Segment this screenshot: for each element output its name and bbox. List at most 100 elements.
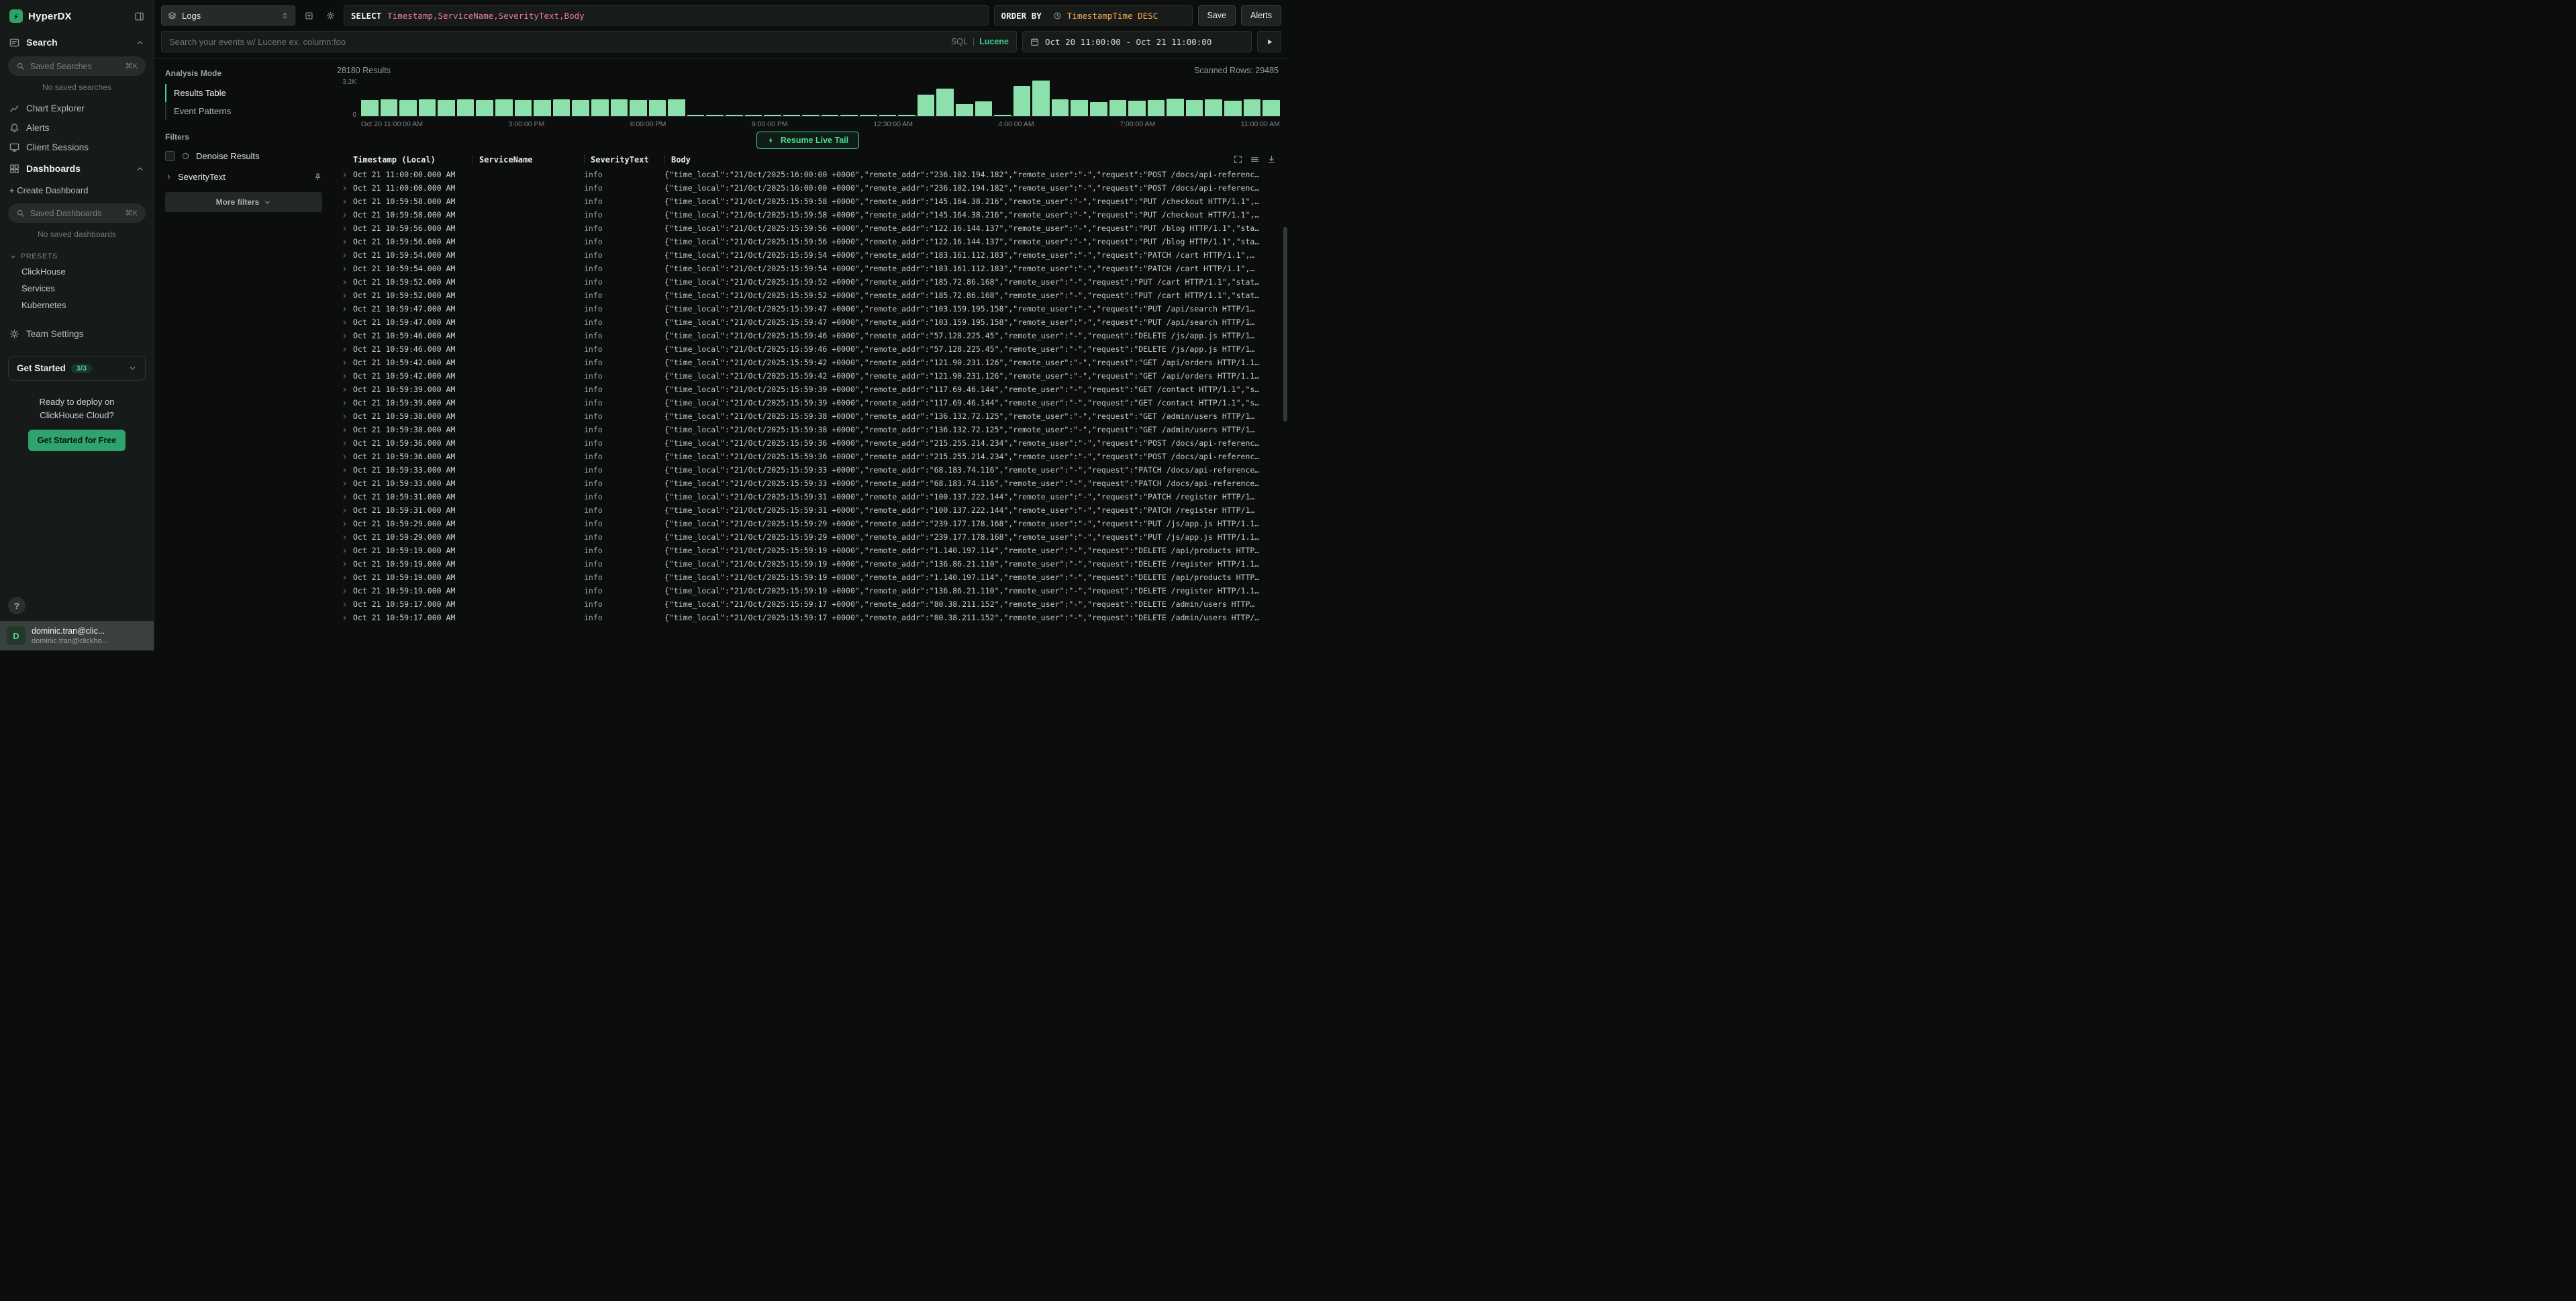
table-row[interactable]: Oct 21 11:00:00.000 AM info {"time_local… [336, 168, 1280, 181]
row-expander-icon[interactable] [336, 373, 353, 380]
table-row[interactable]: Oct 21 10:59:19.000 AM info {"time_local… [336, 571, 1280, 584]
histogram-bar[interactable] [457, 99, 475, 116]
histogram-bar[interactable] [591, 99, 609, 116]
histogram-bar[interactable] [879, 115, 897, 116]
save-button[interactable]: Save [1198, 5, 1236, 26]
row-expander-icon[interactable] [336, 279, 353, 286]
row-expander-icon[interactable] [336, 453, 353, 461]
histogram-bar[interactable] [1071, 100, 1088, 116]
table-row[interactable]: Oct 21 10:59:17.000 AM info {"time_local… [336, 597, 1280, 611]
histogram-bar[interactable] [706, 115, 724, 116]
denoise-results-option[interactable]: Denoise Results [165, 148, 322, 166]
histogram-bar[interactable] [438, 100, 455, 116]
row-expander-icon[interactable] [336, 305, 353, 313]
run-query-button[interactable] [1257, 31, 1281, 52]
table-row[interactable]: Oct 21 10:59:46.000 AM info {"time_local… [336, 329, 1280, 342]
mode-event-patterns[interactable]: Event Patterns [165, 102, 322, 120]
histogram-bar[interactable] [649, 100, 666, 117]
alerts-button[interactable]: Alerts [1241, 5, 1281, 26]
scrollbar-thumb[interactable] [1283, 227, 1287, 422]
histogram-bar[interactable] [515, 100, 532, 117]
table-row[interactable]: Oct 21 10:59:36.000 AM info {"time_local… [336, 436, 1280, 450]
histogram-bar[interactable] [764, 115, 781, 116]
column-servicename[interactable]: ServiceName [473, 155, 584, 164]
mode-results-table[interactable]: Results Table [165, 84, 322, 102]
table-row[interactable]: Oct 21 10:59:56.000 AM info {"time_local… [336, 222, 1280, 235]
table-row[interactable]: Oct 21 10:59:47.000 AM info {"time_local… [336, 316, 1280, 329]
row-expander-icon[interactable] [336, 601, 353, 608]
histogram-bar[interactable] [534, 100, 551, 116]
row-expander-icon[interactable] [336, 534, 353, 541]
histogram-bar[interactable] [783, 115, 801, 116]
histogram-bar[interactable] [994, 115, 1011, 116]
sidebar-item-alerts[interactable]: Alerts [0, 118, 154, 138]
presets-toggle[interactable]: PRESETS [0, 246, 154, 263]
histogram-bar[interactable] [419, 99, 436, 116]
preset-kubernetes[interactable]: Kubernetes [0, 297, 154, 314]
row-expander-icon[interactable] [336, 574, 353, 581]
histogram-bar[interactable] [668, 99, 685, 116]
row-expander-icon[interactable] [336, 292, 353, 299]
row-expander-icon[interactable] [336, 319, 353, 326]
order-by-editor[interactable]: ORDER BY TimestampTime DESC [994, 5, 1193, 26]
table-row[interactable]: Oct 21 10:59:19.000 AM info {"time_local… [336, 557, 1280, 571]
sql-select-editor[interactable]: SELECT Timestamp,ServiceName,SeverityTex… [344, 5, 989, 26]
row-expander-icon[interactable] [336, 399, 353, 407]
histogram-bar[interactable] [822, 115, 839, 116]
row-expander-icon[interactable] [336, 467, 353, 474]
saved-dashboards-search[interactable]: ⌘K [8, 203, 146, 223]
column-body[interactable]: Body [664, 155, 1280, 164]
resume-live-tail-button[interactable]: Resume Live Tail [756, 132, 859, 149]
table-row[interactable]: Oct 21 10:59:58.000 AM info {"time_local… [336, 208, 1280, 222]
histogram-bar[interactable] [975, 101, 993, 116]
expand-icon[interactable] [1234, 155, 1242, 164]
histogram-bar[interactable] [956, 104, 973, 116]
histogram-bar[interactable] [399, 100, 417, 116]
pin-icon[interactable] [313, 173, 322, 181]
get-started-free-button[interactable]: Get Started for Free [28, 430, 126, 451]
denoise-checkbox[interactable] [165, 151, 175, 161]
histogram-bar[interactable] [1090, 102, 1107, 116]
source-select[interactable]: Logs [161, 5, 295, 26]
histogram-bar[interactable] [361, 100, 379, 116]
collapse-sidebar-button[interactable] [134, 11, 144, 21]
histogram-bar[interactable] [630, 100, 647, 116]
saved-dashboards-input[interactable] [30, 209, 120, 218]
table-row[interactable]: Oct 21 10:59:54.000 AM info {"time_local… [336, 262, 1280, 275]
histogram-bar[interactable] [1224, 101, 1242, 116]
row-expander-icon[interactable] [336, 359, 353, 367]
add-panel-button[interactable] [301, 7, 317, 23]
sidebar-item-team-settings[interactable]: Team Settings [0, 324, 154, 344]
histogram-bar[interactable] [572, 100, 589, 116]
histogram-bar[interactable] [1205, 99, 1222, 116]
histogram-bar[interactable] [726, 115, 743, 116]
table-row[interactable]: Oct 21 10:59:38.000 AM info {"time_local… [336, 423, 1280, 436]
column-severitytext[interactable]: SeverityText [584, 155, 664, 164]
table-settings-icon[interactable] [1250, 155, 1259, 164]
histogram-bar[interactable] [1186, 100, 1203, 116]
table-row[interactable]: Oct 21 10:59:52.000 AM info {"time_local… [336, 275, 1280, 289]
get-started-toggle[interactable]: Get Started 3/3 [8, 356, 146, 381]
search-input[interactable] [169, 37, 945, 47]
row-expander-icon[interactable] [336, 225, 353, 232]
sidebar-item-search[interactable]: Search [0, 31, 154, 54]
histogram-bar[interactable] [1109, 100, 1127, 117]
saved-searches-search[interactable]: ⌘K [8, 56, 146, 76]
row-expander-icon[interactable] [336, 480, 353, 487]
histogram-bar[interactable] [611, 99, 628, 116]
histogram-bar[interactable] [476, 100, 493, 116]
table-row[interactable]: Oct 21 10:59:39.000 AM info {"time_local… [336, 396, 1280, 409]
table-row[interactable]: Oct 21 10:59:31.000 AM info {"time_local… [336, 503, 1280, 517]
histogram-bar[interactable] [1052, 99, 1069, 116]
row-expander-icon[interactable] [336, 265, 353, 273]
row-expander-icon[interactable] [336, 587, 353, 595]
table-row[interactable]: Oct 21 10:59:46.000 AM info {"time_local… [336, 342, 1280, 356]
row-expander-icon[interactable] [336, 198, 353, 205]
table-row[interactable]: Oct 21 10:59:33.000 AM info {"time_local… [336, 463, 1280, 477]
histogram-bar[interactable] [802, 115, 820, 116]
histogram-bar[interactable] [553, 99, 571, 116]
table-row[interactable]: Oct 21 10:59:36.000 AM info {"time_local… [336, 450, 1280, 463]
table-row[interactable]: Oct 21 10:59:47.000 AM info {"time_local… [336, 302, 1280, 316]
user-menu[interactable]: D dominic.tran@clic... dominic.tran@clic… [0, 621, 154, 650]
table-row[interactable]: Oct 21 10:59:17.000 AM info {"time_local… [336, 611, 1280, 624]
